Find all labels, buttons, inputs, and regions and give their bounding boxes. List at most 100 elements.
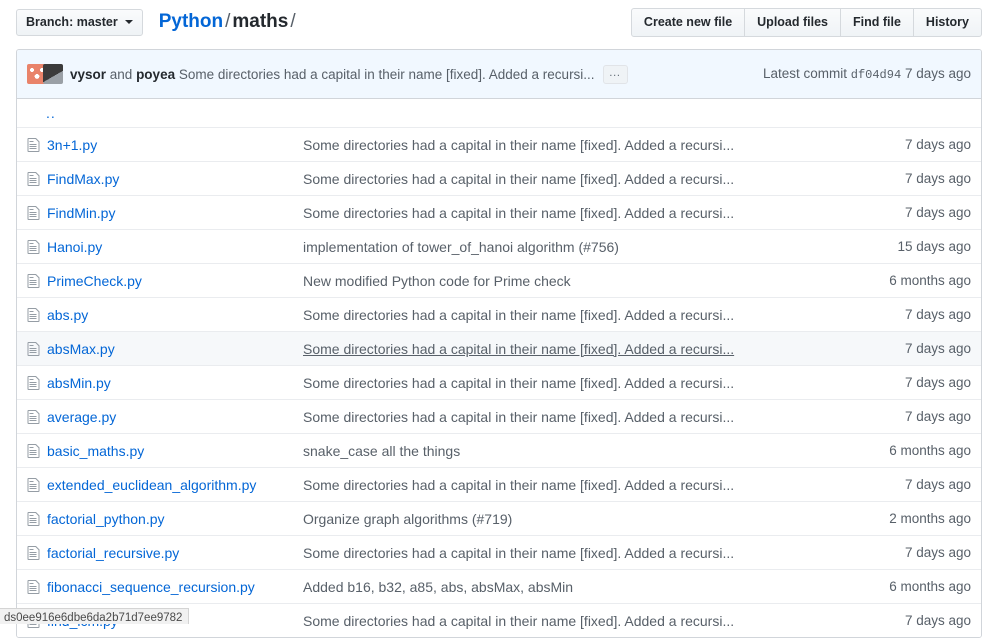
branch-selector-button[interactable]: Branch: master bbox=[16, 9, 143, 36]
table-row[interactable]: FindMax.py Some directories had a capital… bbox=[17, 162, 981, 196]
file-icon bbox=[17, 205, 47, 221]
commit-message-link[interactable]: Organize graph algorithms (#719) bbox=[303, 511, 512, 527]
find-file-button[interactable]: Find file bbox=[840, 9, 913, 36]
commit-message-link[interactable]: Some directories had a capital in their … bbox=[303, 341, 734, 357]
table-row[interactable]: absMin.py Some directories had a capital … bbox=[17, 366, 981, 400]
file-icon bbox=[17, 443, 47, 459]
commit-message-link[interactable]: implementation of tower_of_hanoi algorit… bbox=[303, 239, 619, 255]
table-row[interactable]: FindMin.py Some directories had a capital… bbox=[17, 196, 981, 230]
breadcrumb-repo-link[interactable]: Python bbox=[159, 11, 223, 32]
commit-message-cell: Some directories had a capital in their … bbox=[303, 171, 905, 187]
breadcrumb-separator-1: / bbox=[223, 11, 232, 32]
table-row[interactable]: PrimeCheck.py New modified Python code fo… bbox=[17, 264, 981, 298]
commit-sha-link[interactable]: df04d94 bbox=[851, 68, 901, 82]
table-row[interactable]: absMax.py Some directories had a capital … bbox=[17, 332, 981, 366]
commit-age-cell: 7 days ago bbox=[905, 613, 981, 628]
commit-author-secondary[interactable]: poyea bbox=[136, 67, 175, 82]
commit-age-cell: 2 months ago bbox=[889, 511, 981, 526]
table-row[interactable]: basic_maths.pysnake_case all the things6… bbox=[17, 434, 981, 468]
file-name-link[interactable]: 3n+1.py bbox=[47, 137, 97, 153]
file-name-link[interactable]: PrimeCheck.py bbox=[47, 273, 142, 289]
commit-message-cell: Some directories had a capital in their … bbox=[303, 205, 905, 221]
file-name-link[interactable]: average.py bbox=[47, 409, 116, 425]
repo-actions-group: Create new file Upload files Find file H… bbox=[631, 8, 982, 37]
commit-message-link[interactable]: Some directories had a capital in their … bbox=[303, 307, 734, 323]
file-name-cell: average.py bbox=[47, 409, 303, 425]
commit-message-cell: New modified Python code for Prime check bbox=[303, 273, 889, 289]
parent-directory-row[interactable]: .. bbox=[17, 99, 981, 128]
file-name-link[interactable]: absMin.py bbox=[47, 375, 111, 391]
file-name-cell: absMax.py bbox=[47, 341, 303, 357]
commit-age-cell: 7 days ago bbox=[905, 409, 981, 424]
file-icon bbox=[17, 307, 47, 323]
file-name-cell: FindMax.py bbox=[47, 171, 303, 187]
commit-message-cell: Added b16, b32, a85, abs, absMax, absMin bbox=[303, 579, 889, 595]
breadcrumb-current-folder: maths bbox=[232, 11, 288, 32]
table-row[interactable]: 3n+1.py Some directories had a capital in… bbox=[17, 128, 981, 162]
file-name-link[interactable]: absMax.py bbox=[47, 341, 115, 357]
commit-author-conjunction: and bbox=[106, 67, 136, 82]
create-new-file-button[interactable]: Create new file bbox=[632, 9, 744, 36]
commit-message-cell: snake_case all the things bbox=[303, 443, 889, 459]
commit-message-cell: Some directories had a capital in their … bbox=[303, 137, 905, 153]
file-name-cell: fibonacci_sequence_recursion.py bbox=[47, 579, 303, 595]
commit-message-link[interactable]: Some directories had a capital in their … bbox=[303, 171, 734, 187]
commit-message-link[interactable]: Some directories had a capital in their … bbox=[303, 137, 734, 153]
table-row[interactable]: fibonacci_sequence_recursion.py Added b16… bbox=[17, 570, 981, 604]
chevron-down-icon bbox=[125, 20, 133, 24]
commit-message-link[interactable]: Some directories had a capital in their … bbox=[303, 477, 734, 493]
commit-message-link[interactable]: snake_case all the things bbox=[303, 443, 460, 459]
file-icon bbox=[17, 137, 47, 153]
commit-age-cell: 7 days ago bbox=[905, 205, 981, 220]
commit-message-link[interactable]: Some directories had a capital in their … bbox=[303, 205, 734, 221]
file-name-link[interactable]: factorial_recursive.py bbox=[47, 545, 179, 561]
table-row[interactable]: Hanoi.py implementation of tower_of_hanoi… bbox=[17, 230, 981, 264]
commit-message-cell: Some directories had a capital in their … bbox=[303, 477, 905, 493]
commit-message-link[interactable]: Some directories had a capital in their … bbox=[303, 545, 734, 561]
table-row[interactable]: average.py Some directories had a capital… bbox=[17, 400, 981, 434]
commit-message-cell: Some directories had a capital in their … bbox=[303, 307, 905, 323]
file-name-cell: FindMin.py bbox=[47, 205, 303, 221]
file-icon bbox=[17, 375, 47, 391]
commit-message-link[interactable]: Some directories had a capital in their … bbox=[303, 613, 734, 629]
commit-message-cell: Some directories had a capital in their … bbox=[303, 409, 905, 425]
avatar-group bbox=[27, 64, 63, 84]
file-name-link[interactable]: factorial_python.py bbox=[47, 511, 165, 527]
commit-message-cell: Some directories had a capital in their … bbox=[303, 613, 905, 629]
table-row[interactable]: extended_euclidean_algorithm.py Some dire… bbox=[17, 468, 981, 502]
table-row[interactable]: factorial_python.py Organize graph algori… bbox=[17, 502, 981, 536]
file-icon bbox=[17, 409, 47, 425]
commit-message-text: Some directories had a capital in their … bbox=[175, 67, 594, 82]
upload-files-button[interactable]: Upload files bbox=[744, 9, 840, 36]
commit-age-cell: 15 days ago bbox=[897, 239, 981, 254]
file-name-link[interactable]: Hanoi.py bbox=[47, 239, 102, 255]
file-name-link[interactable]: abs.py bbox=[47, 307, 88, 323]
file-icon bbox=[17, 545, 47, 561]
commit-message-cell: Some directories had a capital in their … bbox=[303, 545, 905, 561]
table-row[interactable]: abs.py Some directories had a capital in … bbox=[17, 298, 981, 332]
breadcrumb: Python/maths/ bbox=[159, 11, 298, 33]
commit-message-link[interactable]: Added b16, b32, a85, abs, absMax, absMin bbox=[303, 579, 573, 595]
file-name-link[interactable]: FindMax.py bbox=[47, 171, 119, 187]
file-icon bbox=[17, 171, 47, 187]
expand-commit-message-button[interactable]: … bbox=[603, 65, 628, 84]
file-name-link[interactable]: FindMin.py bbox=[47, 205, 115, 221]
history-button[interactable]: History bbox=[913, 9, 981, 36]
file-name-link[interactable]: fibonacci_sequence_recursion.py bbox=[47, 579, 255, 595]
commit-message-link[interactable]: New modified Python code for Prime check bbox=[303, 273, 571, 289]
file-name-link[interactable]: basic_maths.py bbox=[47, 443, 144, 459]
file-name-link[interactable]: extended_euclidean_algorithm.py bbox=[47, 477, 256, 493]
file-name-cell: factorial_python.py bbox=[47, 511, 303, 527]
latest-commit-label: Latest commit bbox=[763, 66, 847, 81]
table-row[interactable]: factorial_recursive.py Some directories h… bbox=[17, 536, 981, 570]
commit-message-cell: Some directories had a capital in their … bbox=[303, 375, 905, 391]
file-icon bbox=[17, 239, 47, 255]
commit-author-primary[interactable]: vysor bbox=[70, 67, 106, 82]
commit-message-link[interactable]: Some directories had a capital in their … bbox=[303, 375, 734, 391]
commit-message-link[interactable]: Some directories had a capital in their … bbox=[303, 409, 734, 425]
file-browser: vysor and poyea Some directories had a c… bbox=[16, 49, 982, 638]
branch-selector-label: Branch: master bbox=[26, 15, 118, 29]
commit-age-cell: 7 days ago bbox=[905, 545, 981, 560]
avatar[interactable] bbox=[43, 64, 63, 84]
parent-directory-link[interactable]: .. bbox=[17, 105, 56, 121]
